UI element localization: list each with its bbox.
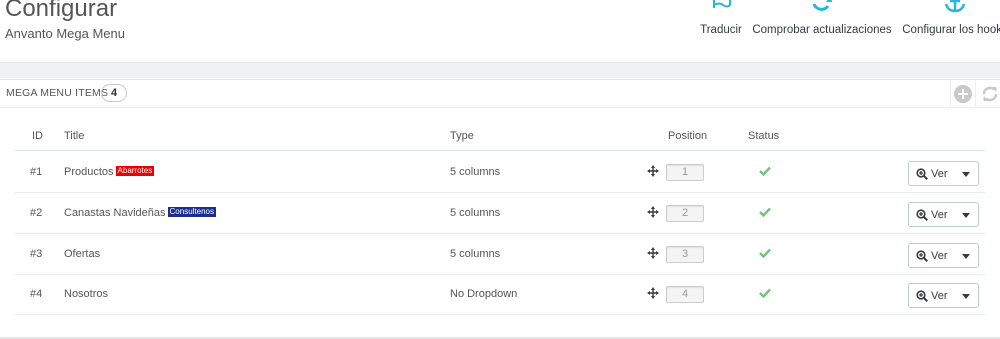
column-header-id: ID xyxy=(32,130,43,142)
zoom-in-icon xyxy=(916,209,928,221)
chevron-down-icon[interactable] xyxy=(962,172,970,177)
row-id: #1 xyxy=(30,166,43,178)
column-header-status: Status xyxy=(748,130,780,142)
traducir-button[interactable]: Traducir xyxy=(697,0,745,60)
refresh-list-icon[interactable] xyxy=(981,85,999,103)
ver-button[interactable]: Ver xyxy=(908,243,979,268)
move-icon[interactable] xyxy=(647,165,659,177)
add-item-icon[interactable] xyxy=(954,85,972,103)
row-id: #4 xyxy=(30,288,43,300)
traducir-label: Traducir xyxy=(700,24,742,36)
row-type: No Dropdown xyxy=(450,288,518,300)
hooks-label: Configurar los hooks xyxy=(902,24,1000,36)
page-header: Configurar Anvanto Mega Menu Traducir Co… xyxy=(0,0,1000,62)
flag-icon xyxy=(713,0,731,8)
row-id: #2 xyxy=(30,207,43,219)
table-row: #1 Productos Abarrotes 5 columns 1 Ver xyxy=(15,152,985,193)
check-icon[interactable] xyxy=(759,166,771,176)
move-icon[interactable] xyxy=(647,247,659,259)
table-row: #4 Nosotros No Dropdown 4 Ver xyxy=(15,274,985,315)
separator-band xyxy=(0,62,1000,78)
table-header: ID Title Type Position Status xyxy=(15,126,985,151)
row-title: Nosotros xyxy=(64,288,109,300)
items-count-badge: 4 xyxy=(101,84,127,102)
row-title: Productos Abarrotes xyxy=(64,166,155,178)
row-title: Canastas Navideñas Consultenos xyxy=(64,207,216,219)
row-tag-label: Abarrotes xyxy=(115,166,155,176)
column-header-type: Type xyxy=(450,130,474,142)
ver-label: Ver xyxy=(931,250,948,262)
divider xyxy=(975,80,976,108)
ver-label: Ver xyxy=(931,209,948,221)
row-tag-label: Consultenos xyxy=(167,207,216,217)
panel-title: MEGA MENU ITEMS xyxy=(6,87,109,99)
chevron-down-icon[interactable] xyxy=(962,254,970,259)
ver-label: Ver xyxy=(931,290,948,302)
comprobar-label: Comprobar actualizaciones xyxy=(752,24,892,36)
row-title-text: Productos xyxy=(64,166,114,178)
move-icon[interactable] xyxy=(647,206,659,218)
check-icon[interactable] xyxy=(759,207,771,217)
row-title: Ofertas xyxy=(64,248,101,260)
row-type: 5 columns xyxy=(450,166,501,178)
anchor-icon xyxy=(944,0,966,13)
comprobar-actualizaciones-button[interactable]: Comprobar actualizaciones xyxy=(752,0,892,60)
zoom-in-icon xyxy=(916,290,928,302)
ver-label: Ver xyxy=(931,168,948,180)
ver-button[interactable]: Ver xyxy=(908,283,979,308)
row-type: 5 columns xyxy=(450,248,501,260)
row-id: #3 xyxy=(30,248,43,260)
position-value: 4 xyxy=(666,286,704,303)
divider xyxy=(950,80,951,108)
position-value: 1 xyxy=(666,164,704,181)
column-header-title: Title xyxy=(64,130,85,142)
zoom-in-icon xyxy=(916,250,928,262)
page-subtitle: Anvanto Mega Menu xyxy=(5,26,125,41)
move-icon[interactable] xyxy=(647,287,659,299)
chevron-down-icon[interactable] xyxy=(962,294,970,299)
panel-heading: MEGA MENU ITEMS 4 xyxy=(0,80,1000,108)
chevron-down-icon[interactable] xyxy=(962,213,970,218)
check-icon[interactable] xyxy=(759,288,771,298)
check-icon[interactable] xyxy=(759,248,771,258)
zoom-in-icon xyxy=(916,168,928,180)
page-title: Configurar xyxy=(5,0,118,22)
row-title-text: Canastas Navideñas xyxy=(64,207,166,219)
ver-button[interactable]: Ver xyxy=(908,161,979,186)
position-value: 3 xyxy=(666,246,704,263)
column-header-position: Position xyxy=(668,130,708,142)
ver-button[interactable]: Ver xyxy=(908,202,979,227)
table-row: #2 Canastas Navideñas Consultenos 5 colum… xyxy=(15,193,985,234)
position-value: 2 xyxy=(666,205,704,222)
row-type: 5 columns xyxy=(450,207,501,219)
mega-menu-items-panel: MEGA MENU ITEMS 4 ID Title Type Position… xyxy=(0,79,1000,339)
refresh-icon xyxy=(812,0,832,11)
configurar-hooks-button[interactable]: Configurar los hooks xyxy=(900,0,1000,60)
table-row: #3 Ofertas 5 columns 3 Ver xyxy=(15,234,985,275)
